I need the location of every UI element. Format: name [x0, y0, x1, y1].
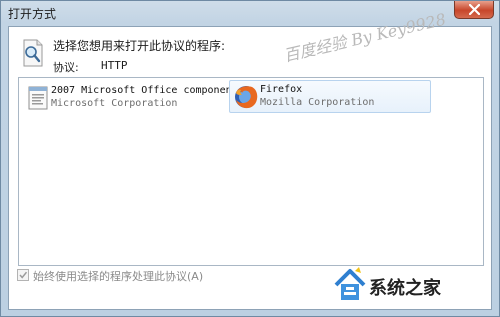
program-item-office[interactable]: 2007 Microsoft Office component Microsof…: [22, 82, 238, 116]
protocol-label: 协议:: [53, 61, 79, 74]
program-name: 2007 Microsoft Office component: [51, 85, 238, 96]
logo-text: 系统之家: [369, 278, 441, 299]
checkmark-icon: [19, 271, 28, 279]
firefox-icon: [235, 86, 258, 109]
program-publisher: Mozilla Corporation: [260, 97, 375, 108]
program-name: Firefox: [260, 84, 303, 95]
open-with-dialog: 打开方式 选择您想用来打开此协议的程序: 协议: HTTP 百度经验 By Ke…: [0, 0, 500, 317]
close-icon: [469, 4, 480, 15]
house-logo-icon: [334, 267, 366, 300]
program-item-firefox[interactable]: Firefox Mozilla Corporation: [229, 80, 431, 113]
magnifier-document-icon: [23, 39, 43, 67]
generic-program-icon: [28, 86, 48, 110]
always-use-checkbox[interactable]: [17, 269, 29, 281]
always-use-label: 始终使用选择的程序处理此协议(A): [33, 270, 204, 283]
program-publisher: Microsoft Corporation: [51, 98, 178, 109]
site-logo: 系统之家: [333, 263, 493, 311]
program-list[interactable]: 2007 Microsoft Office component Microsof…: [18, 77, 484, 266]
close-button[interactable]: [454, 1, 494, 19]
prompt-text: 选择您想用来打开此协议的程序:: [53, 39, 226, 53]
window-title: 打开方式: [8, 7, 57, 21]
protocol-value: HTTP: [101, 59, 128, 72]
